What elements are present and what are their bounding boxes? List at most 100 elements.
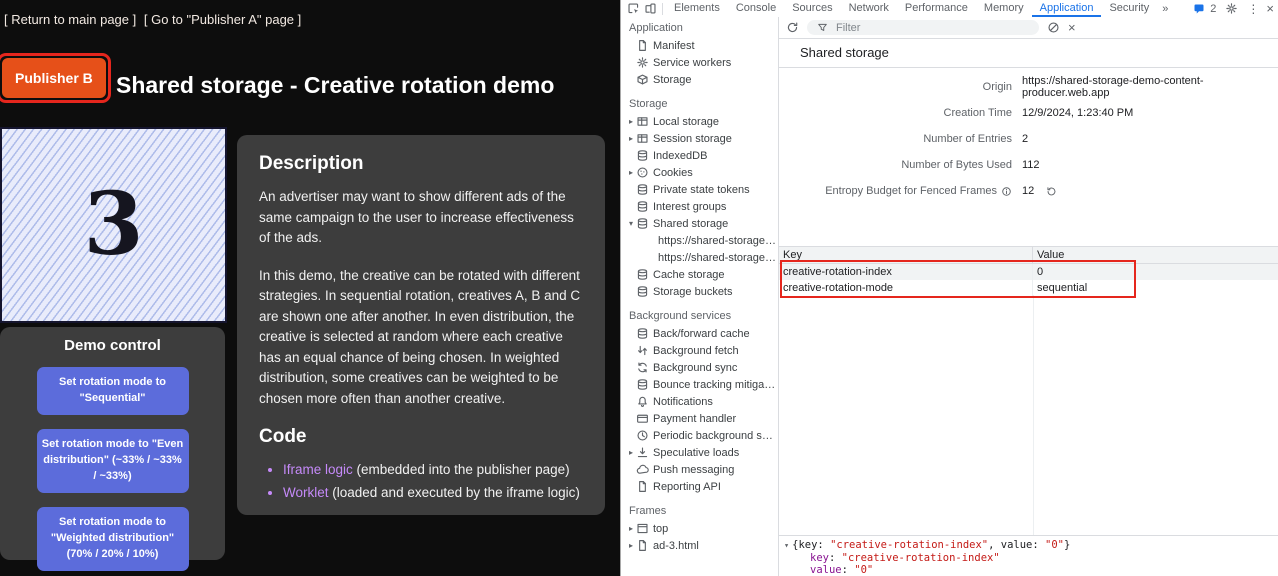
more-tabs-button[interactable]: » [1157, 3, 1173, 15]
sidebar-item-bounce-tracking-mitiga[interactable]: Bounce tracking mitiga… [621, 376, 778, 393]
sidebar-item-service-workers[interactable]: Service workers [621, 54, 778, 71]
sidebar-item-session-storage[interactable]: ▸Session storage [621, 130, 778, 147]
sidebar-item-background-sync[interactable]: Background sync [621, 359, 778, 376]
sidebar-item-top[interactable]: ▸top [621, 520, 778, 537]
field-label: Entropy Budget for Fenced Frames [825, 185, 997, 197]
publisher-b-button[interactable]: Publisher B [2, 58, 106, 98]
column-header-key[interactable]: Key [779, 247, 1033, 263]
return-main-link[interactable]: [ Return to main page ] [4, 12, 136, 27]
filter-box[interactable] [807, 20, 1039, 35]
sidebar-item-cache-storage[interactable]: Cache storage [621, 266, 778, 283]
rotation-mode-button-1[interactable]: Set rotation mode to "Even distribution"… [37, 429, 189, 493]
rotation-mode-button-2[interactable]: Set rotation mode to "Weighted distribut… [37, 507, 189, 571]
sidebar-item-label: Cookies [653, 167, 693, 179]
chevron-right-icon[interactable]: ▸ [626, 168, 636, 177]
table-row[interactable]: creative-rotation-modesequential [779, 280, 1278, 296]
reset-budget-icon[interactable] [1046, 186, 1057, 197]
sidebar-item-payment-handler[interactable]: Payment handler [621, 410, 778, 427]
chevron-down-icon[interactable]: ▾ [784, 541, 789, 551]
frame-icon [636, 522, 653, 535]
preview-text: : [829, 552, 842, 564]
issues-count: 2 [1210, 3, 1216, 15]
preview-string: "creative-rotation-index" [830, 539, 988, 551]
chevron-right-icon[interactable]: ▸ [626, 524, 636, 533]
refresh-icon[interactable] [784, 20, 801, 35]
settings-gear-icon[interactable] [1223, 1, 1240, 16]
sidebar-item-ad-3-html[interactable]: ▸ad-3.html [621, 537, 778, 554]
table-row[interactable]: creative-rotation-index0 [779, 264, 1278, 280]
cell-key: creative-rotation-mode [779, 280, 1033, 296]
tab-sources[interactable]: Sources [784, 0, 840, 17]
device-toolbar-icon[interactable] [642, 1, 659, 16]
clear-all-icon[interactable] [1045, 20, 1062, 35]
delete-selected-icon[interactable]: × [1068, 20, 1076, 35]
sidebar-item-private-state-tokens[interactable]: Private state tokens [621, 181, 778, 198]
database-icon [636, 183, 653, 196]
chevron-down-icon[interactable]: ▾ [626, 219, 636, 228]
cookie-icon [636, 166, 653, 179]
demo-buttons: Set rotation mode to "Sequential" Set rot… [0, 367, 225, 571]
chevron-right-icon[interactable]: ▸ [626, 117, 636, 126]
issues-badge[interactable]: 2 [1190, 1, 1216, 16]
sidebar-item-https-shared-storage-d[interactable]: https://shared-storage-d… [621, 232, 778, 249]
tab-network[interactable]: Network [841, 0, 897, 17]
field-value-cell: https://shared-storage-demo-content-prod… [1022, 75, 1278, 99]
sidebar-item-indexeddb[interactable]: IndexedDB [621, 147, 778, 164]
worklet-link[interactable]: Worklet [283, 485, 329, 500]
document-icon [636, 480, 653, 493]
publisher-a-link[interactable]: [ Go to "Publisher A" page ] [144, 12, 301, 27]
tab-performance[interactable]: Performance [897, 0, 976, 17]
tab-application[interactable]: Application [1032, 0, 1102, 17]
sidebar-item-storage-buckets[interactable]: Storage buckets [621, 283, 778, 300]
info-icon[interactable] [1001, 186, 1012, 197]
sidebar-item-periodic-background-s[interactable]: Periodic background s… [621, 427, 778, 444]
field-label: Creation Time [944, 107, 1012, 119]
publisher-page: [ Return to main page ] [ Go to "Publish… [0, 0, 620, 576]
tab-elements[interactable]: Elements [666, 0, 728, 17]
chevron-right-icon[interactable]: ▸ [626, 134, 636, 143]
chevron-right-icon[interactable]: ▸ [626, 541, 636, 550]
storage-icon [636, 73, 653, 86]
filter-input[interactable] [836, 22, 1032, 34]
download-icon [636, 446, 653, 459]
sidebar-item-local-storage[interactable]: ▸Local storage [621, 113, 778, 130]
preview-string: "0" [854, 564, 873, 576]
tabbar-right-controls: 2 ⋮ × [1190, 1, 1278, 16]
sidebar-item-reporting-api[interactable]: Reporting API [621, 478, 778, 495]
sidebar-item-label: Background sync [653, 362, 737, 374]
demo-control-title: Demo control [0, 337, 225, 354]
preview-text: {key: [792, 539, 830, 551]
sidebar-item-notifications[interactable]: Notifications [621, 393, 778, 410]
sidebar-item-storage[interactable]: Storage [621, 71, 778, 88]
iframe-logic-link[interactable]: Iframe logic [283, 462, 353, 477]
close-devtools-icon[interactable]: × [1266, 1, 1274, 16]
devtools-main-panel: × Shared storage Originhttps://shared-st… [779, 17, 1278, 576]
sidebar-item-https-shared-storage-d[interactable]: https://shared-storage-d… [621, 249, 778, 266]
divider [662, 3, 663, 15]
tab-console[interactable]: Console [728, 0, 784, 17]
rotation-mode-button-0[interactable]: Set rotation mode to "Sequential" [37, 367, 189, 415]
sidebar-item-push-messaging[interactable]: Push messaging [621, 461, 778, 478]
report-field-origin: Origin https://shared-storage-demo-conten… [779, 74, 1278, 100]
sidebar-item-interest-groups[interactable]: Interest groups [621, 198, 778, 215]
tab-security[interactable]: Security [1101, 0, 1157, 17]
chevron-right-icon[interactable]: ▸ [626, 448, 636, 457]
sidebar-item-back-forward-cache[interactable]: Back/forward cache [621, 325, 778, 342]
database-icon [636, 149, 653, 162]
report-field-creation-time: Creation Time12/9/2024, 1:23:40 PM [779, 100, 1278, 126]
field-label: Origin [983, 81, 1012, 93]
column-header-value[interactable]: Value [1033, 247, 1068, 263]
sidebar-item-cookies[interactable]: ▸ Cookies [621, 164, 778, 181]
tab-memory[interactable]: Memory [976, 0, 1032, 17]
page-title: Shared storage - Creative rotation demo [116, 72, 554, 99]
sidebar-item-manifest[interactable]: Manifest [621, 37, 778, 54]
sidebar-item-background-fetch[interactable]: Background fetch [621, 342, 778, 359]
sidebar-item-speculative-loads[interactable]: ▸Speculative loads [621, 444, 778, 461]
sidebar-item-label: Back/forward cache [653, 328, 750, 340]
inspect-element-icon[interactable] [625, 1, 642, 16]
annotation-box-publisher-b: Publisher B [0, 53, 111, 103]
value-preview-pane: ▾{key: "creative-rotation-index", value:… [779, 535, 1278, 576]
more-options-icon[interactable]: ⋮ [1247, 2, 1259, 16]
sidebar-item-shared-storage[interactable]: ▾Shared storage [621, 215, 778, 232]
field-label-cell: Entropy Budget for Fenced Frames [779, 185, 1012, 197]
